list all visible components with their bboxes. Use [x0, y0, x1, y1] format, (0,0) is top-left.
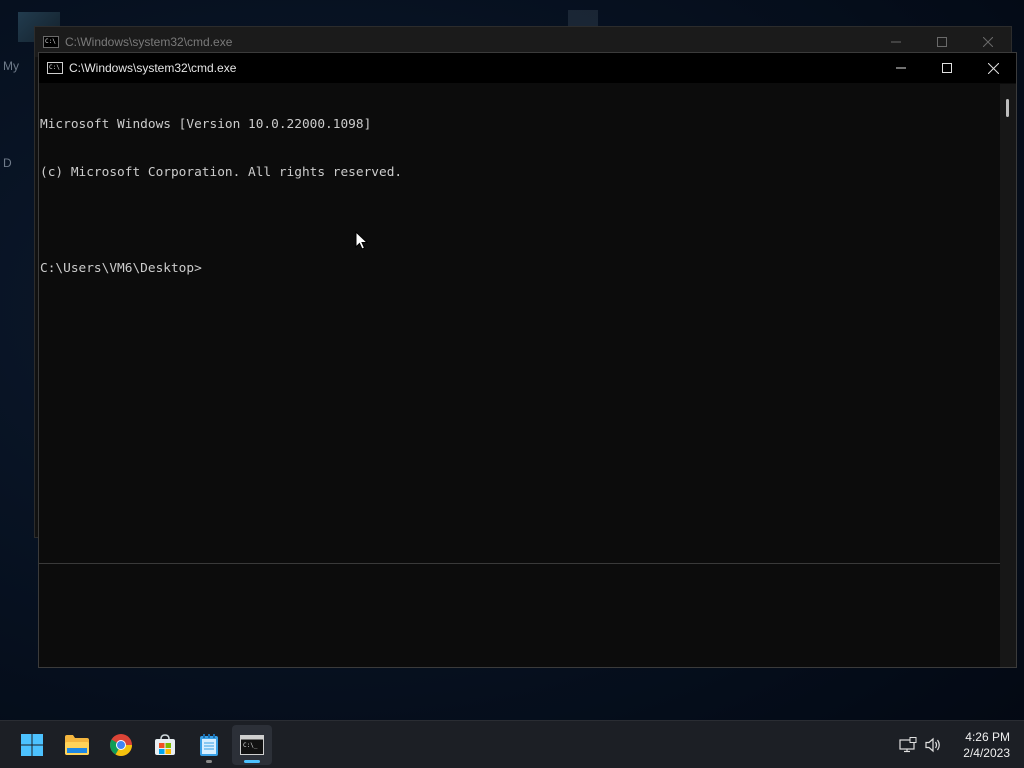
clock-time: 4:26 PM: [965, 730, 1010, 744]
network-icon: [899, 737, 917, 753]
svg-text:C:\_: C:\_: [243, 742, 258, 749]
command-prompt-button[interactable]: C:\_: [232, 725, 272, 765]
volume-icon: [925, 737, 940, 753]
network-button[interactable]: [896, 733, 920, 757]
console-output[interactable]: Microsoft Windows [Version 10.0.22000.10…: [39, 84, 1000, 667]
chrome-icon: [110, 734, 132, 756]
desktop-label-fragment: My: [3, 59, 19, 73]
store-icon: [155, 734, 175, 755]
file-explorer-button[interactable]: [57, 725, 97, 765]
running-indicator: [206, 760, 212, 763]
cmd-window[interactable]: C:\ C:\Windows\system32\cmd.exe Microsof…: [38, 52, 1017, 668]
active-indicator: [244, 760, 260, 763]
console-prompt[interactable]: C:\Users\VM6\Desktop>: [40, 261, 1000, 277]
notepad-icon: [200, 734, 218, 756]
start-button[interactable]: [12, 725, 52, 765]
console-line: (c) Microsoft Corporation. All rights re…: [40, 165, 403, 180]
clock[interactable]: 4:26 PM 2/4/2023: [948, 729, 1024, 761]
cmd-icon: C:\: [43, 36, 59, 48]
console-divider: [39, 563, 1016, 564]
maximize-icon: [942, 63, 952, 73]
clock-date: 2/4/2023: [963, 746, 1010, 760]
notepad-button[interactable]: [189, 725, 229, 765]
maximize-icon: [937, 37, 947, 47]
close-icon: [983, 37, 993, 47]
windows-logo-icon: [21, 734, 43, 756]
minimize-icon: [896, 67, 906, 69]
volume-button[interactable]: [922, 733, 946, 757]
chrome-button[interactable]: [101, 725, 141, 765]
system-tray: 4:26 PM 2/4/2023: [896, 721, 1024, 768]
desktop-fragment: [568, 10, 598, 26]
close-icon: [987, 62, 999, 74]
cmd-icon: C:\_: [240, 735, 264, 755]
close-button[interactable]: [970, 53, 1016, 83]
minimize-icon: [891, 41, 901, 43]
window-title: C:\Windows\system32\cmd.exe: [69, 61, 237, 75]
minimize-button[interactable]: [878, 53, 924, 83]
folder-icon: [65, 735, 89, 755]
mouse-pointer-icon: [355, 231, 369, 250]
window-title: C:\Windows\system32\cmd.exe: [65, 35, 233, 49]
maximize-button[interactable]: [924, 53, 970, 83]
title-bar[interactable]: C:\ C:\Windows\system32\cmd.exe: [39, 53, 1016, 83]
cmd-icon: C:\: [47, 62, 63, 74]
scroll-thumb[interactable]: [1006, 99, 1009, 117]
console-line: Microsoft Windows [Version 10.0.22000.10…: [40, 117, 372, 132]
vertical-scrollbar[interactable]: [1000, 84, 1016, 667]
taskbar: C:\_ 4:26 PM 2/4/2023: [0, 720, 1024, 768]
microsoft-store-button[interactable]: [145, 725, 185, 765]
desktop-label-fragment: D: [3, 156, 12, 170]
